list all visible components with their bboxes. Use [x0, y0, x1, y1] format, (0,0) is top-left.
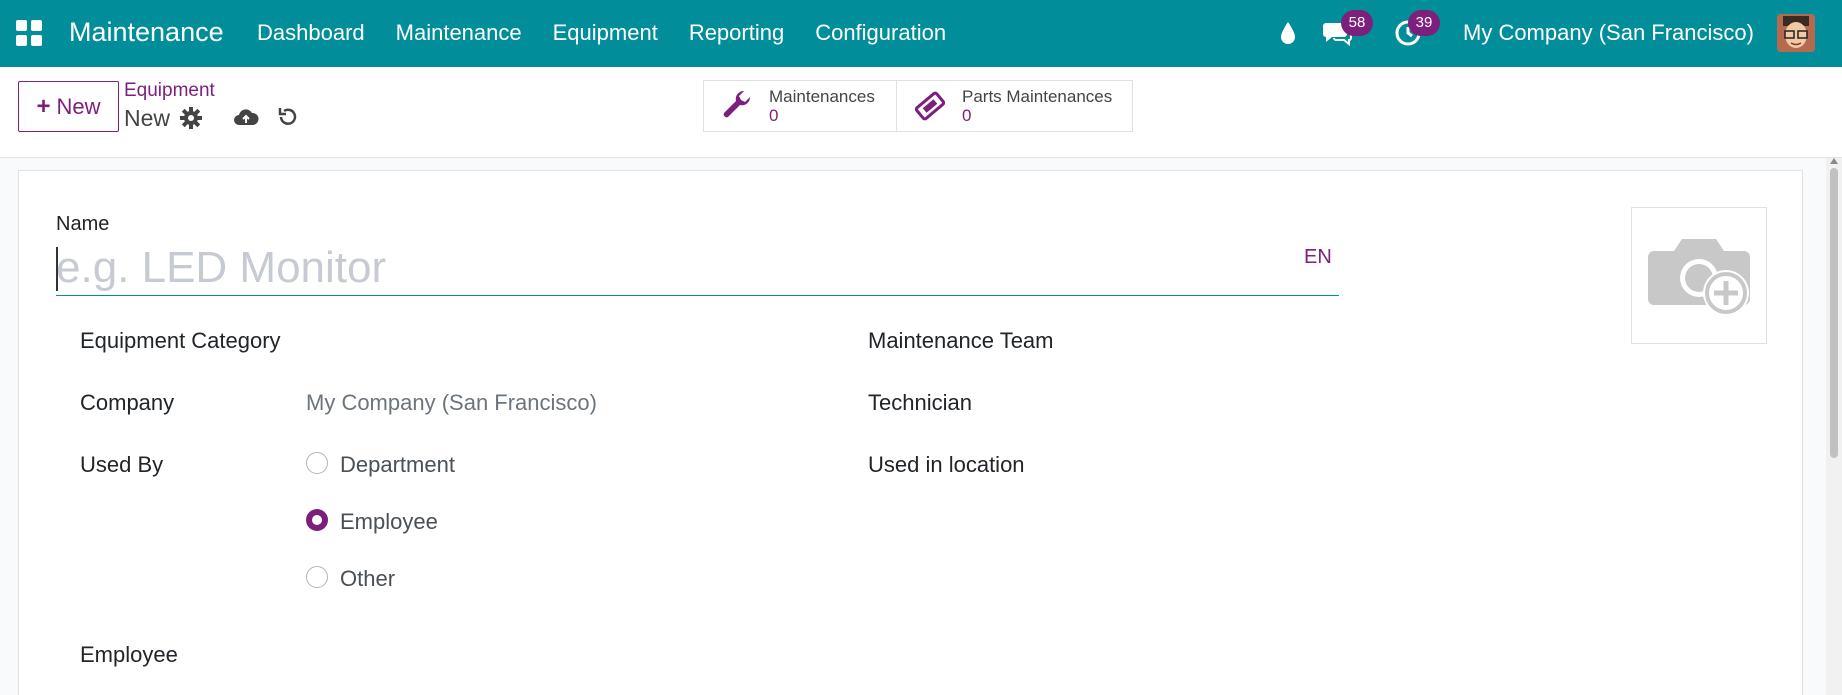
radio-other[interactable]: [306, 566, 328, 588]
scroll-thumb[interactable]: [1830, 168, 1838, 458]
apps-menu-icon[interactable]: [16, 20, 42, 46]
menu-equipment[interactable]: Equipment: [553, 20, 658, 46]
radio-other-label[interactable]: Other: [340, 566, 395, 592]
radio-employee[interactable]: [306, 509, 328, 531]
maintenance-team-label: Maintenance Team: [868, 328, 1054, 353]
parts-maintenances-smart-button[interactable]: Parts Maintenances 0: [896, 80, 1133, 132]
image-upload[interactable]: [1631, 207, 1767, 344]
wrench-icon: [712, 89, 762, 123]
breadcrumb-equipment[interactable]: Equipment: [124, 80, 215, 102]
parts-maintenances-label: Parts Maintenances: [962, 87, 1113, 106]
chat-count-badge: 58: [1341, 10, 1373, 36]
camera-add-icon: [1648, 238, 1750, 316]
company-field[interactable]: My Company (San Francisco): [306, 390, 597, 416]
menu-dashboard[interactable]: Dashboard: [257, 20, 365, 46]
company-switcher[interactable]: My Company (San Francisco): [1463, 20, 1754, 46]
menu-reporting[interactable]: Reporting: [689, 20, 784, 46]
user-avatar[interactable]: [1777, 14, 1815, 52]
top-navbar: Maintenance Dashboard Maintenance Equipm…: [0, 0, 1842, 67]
app-brand[interactable]: Maintenance: [69, 17, 224, 48]
maintenances-label: Maintenances: [769, 87, 875, 106]
name-label: Name: [56, 213, 110, 235]
main-menu: Dashboard Maintenance Equipment Reportin…: [257, 20, 977, 46]
debug-drop-icon[interactable]: [1278, 20, 1298, 51]
plus-icon: +: [36, 92, 51, 120]
discard-undo-icon[interactable]: [276, 105, 300, 134]
language-button[interactable]: EN: [1304, 246, 1332, 269]
gear-icon[interactable]: [180, 107, 202, 134]
menu-configuration[interactable]: Configuration: [815, 20, 946, 46]
technician-label: Technician: [868, 390, 972, 415]
record-title: New: [124, 105, 171, 131]
parts-maintenances-count: 0: [962, 106, 972, 125]
used-in-location-label: Used in location: [868, 452, 1025, 477]
employee-label: Employee: [80, 642, 178, 667]
used-by-label: Used By: [80, 452, 164, 477]
form-sheet: Name EN Equipment Category Company My Co…: [18, 170, 1803, 695]
new-button-label: New: [56, 93, 101, 119]
menu-maintenance[interactable]: Maintenance: [396, 20, 522, 46]
radio-department-label[interactable]: Department: [340, 452, 455, 478]
new-record-button[interactable]: + New: [18, 81, 119, 132]
page-scrollbar[interactable]: [1826, 158, 1842, 695]
equipment-category-label: Equipment Category: [80, 328, 281, 353]
activity-count-badge: 39: [1408, 10, 1440, 36]
scroll-up-arrow-icon[interactable]: [1830, 158, 1838, 164]
maintenances-count: 0: [769, 106, 779, 125]
control-panel: + New Equipment New Maintenances 0 Parts…: [0, 67, 1842, 158]
company-label: Company: [80, 390, 175, 415]
maintenances-smart-button[interactable]: Maintenances 0: [703, 80, 897, 132]
radio-employee-label[interactable]: Employee: [340, 509, 438, 535]
cloud-upload-icon[interactable]: [233, 107, 259, 132]
equipment-name-input[interactable]: [56, 241, 1339, 296]
radio-department[interactable]: [306, 452, 328, 474]
text-cursor: [56, 247, 58, 291]
ticket-icon: [905, 89, 955, 123]
